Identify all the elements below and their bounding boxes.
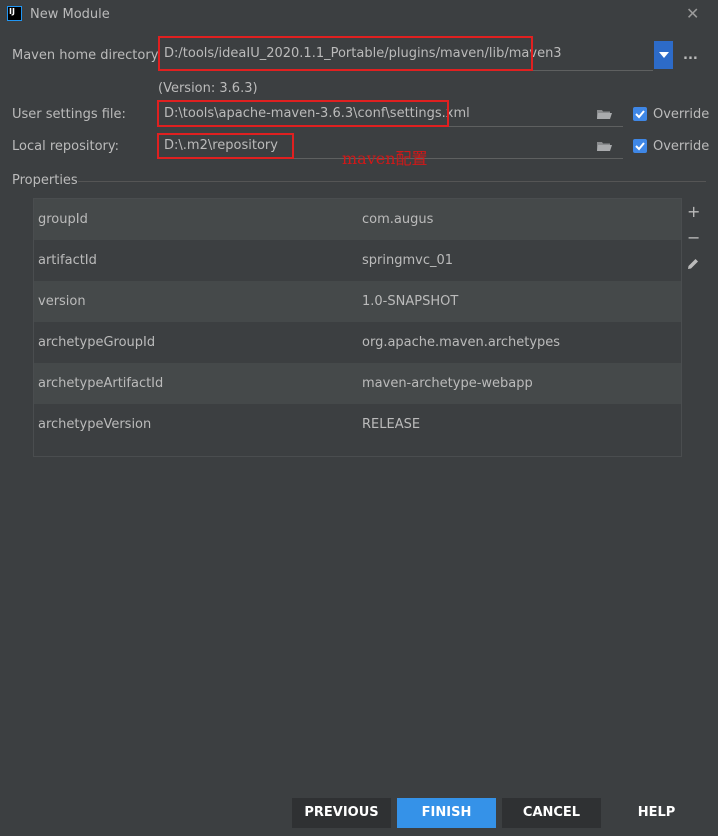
maven-version-text: (Version: 3.6.3) xyxy=(158,81,258,96)
maven-home-dropdown-button[interactable] xyxy=(654,41,673,69)
settings-override-label[interactable]: Override xyxy=(653,107,709,122)
previous-button[interactable]: PREVIOUS xyxy=(292,798,391,828)
table-row[interactable]: archetypeGroupId org.apache.maven.archet… xyxy=(34,322,681,363)
maven-home-label: Maven home directory: xyxy=(12,48,162,63)
close-icon[interactable]: ✕ xyxy=(686,4,699,23)
checkmark-icon xyxy=(635,110,645,119)
repository-override-label[interactable]: Override xyxy=(653,139,709,154)
browse-more-button[interactable]: ... xyxy=(683,48,698,63)
window-title: New Module xyxy=(30,7,110,22)
property-key: artifactId xyxy=(38,253,97,268)
property-key: groupId xyxy=(38,212,88,227)
property-key: archetypeArtifactId xyxy=(38,376,164,391)
property-key: archetypeGroupId xyxy=(38,335,156,350)
property-value[interactable]: springmvc_01 xyxy=(362,240,453,281)
highlight-box-repository xyxy=(157,133,294,159)
chevron-down-icon xyxy=(658,52,669,58)
property-key: archetypeVersion xyxy=(38,417,152,432)
folder-icon[interactable] xyxy=(597,140,612,156)
properties-header: Properties xyxy=(12,173,78,188)
maven-config-annotation: maven配置 xyxy=(342,149,428,168)
repository-override-checkbox[interactable] xyxy=(633,139,647,153)
highlight-box-maven-home xyxy=(158,36,533,71)
property-value[interactable]: maven-archetype-webapp xyxy=(362,363,533,404)
add-property-button[interactable]: + xyxy=(687,202,700,221)
settings-override-checkbox[interactable] xyxy=(633,107,647,121)
properties-table: groupId com.augus artifactId springmvc_0… xyxy=(33,198,682,457)
property-value[interactable]: 1.0-SNAPSHOT xyxy=(362,281,458,322)
finish-button[interactable]: FINISH xyxy=(397,798,496,828)
table-row[interactable]: version 1.0-SNAPSHOT xyxy=(34,281,681,322)
folder-icon[interactable] xyxy=(597,108,612,124)
app-icon-text: IJ xyxy=(9,7,15,16)
property-value[interactable]: com.augus xyxy=(362,199,433,240)
highlight-box-settings xyxy=(157,100,449,127)
table-row[interactable]: groupId com.augus xyxy=(34,199,681,240)
table-row[interactable]: archetypeArtifactId maven-archetype-weba… xyxy=(34,363,681,404)
user-settings-label: User settings file: xyxy=(12,107,126,122)
app-icon: IJ xyxy=(7,6,22,21)
property-value[interactable]: RELEASE xyxy=(362,404,420,445)
properties-separator xyxy=(78,181,706,182)
cancel-button[interactable]: CANCEL xyxy=(502,798,601,828)
table-row[interactable]: archetypeVersion RELEASE xyxy=(34,404,681,445)
local-repository-label: Local repository: xyxy=(12,139,119,154)
checkmark-icon xyxy=(635,142,645,151)
help-button[interactable]: HELP xyxy=(607,798,706,828)
remove-property-button[interactable]: − xyxy=(687,228,700,247)
property-value[interactable]: org.apache.maven.archetypes xyxy=(362,322,560,363)
edit-pencil-icon[interactable] xyxy=(686,257,700,275)
table-row[interactable]: artifactId springmvc_01 xyxy=(34,240,681,281)
property-key: version xyxy=(38,294,86,309)
